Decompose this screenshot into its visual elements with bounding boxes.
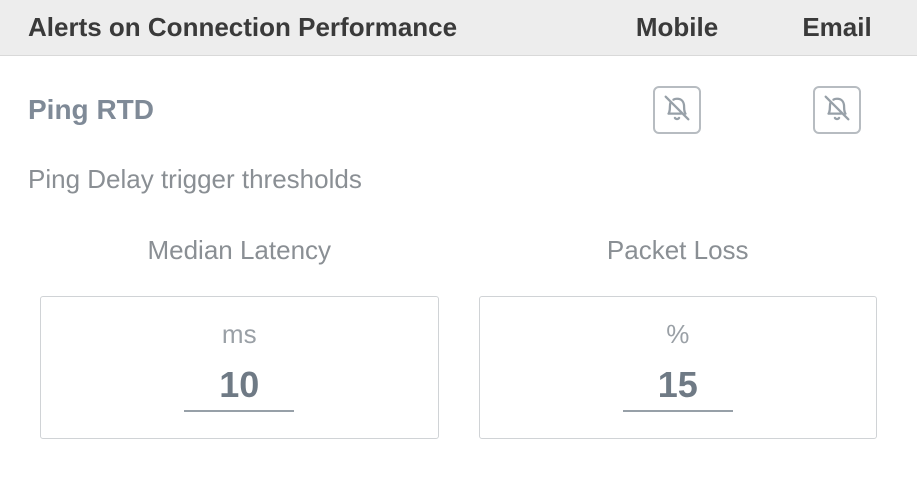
- column-header-mobile: Mobile: [597, 12, 757, 43]
- median-latency-label: Median Latency: [40, 235, 439, 266]
- email-alert-toggle[interactable]: [813, 86, 861, 134]
- median-latency-box: ms: [40, 296, 439, 439]
- packet-loss-label: Packet Loss: [479, 235, 878, 266]
- median-latency-block: Median Latency ms: [40, 235, 439, 439]
- mobile-toggle-cell: [597, 86, 757, 134]
- packet-loss-box: %: [479, 296, 878, 439]
- bell-off-icon: [660, 91, 694, 130]
- thresholds-row: Median Latency ms Packet Loss %: [0, 195, 917, 439]
- packet-loss-input[interactable]: [623, 362, 733, 412]
- packet-loss-unit: %: [480, 319, 877, 350]
- median-latency-input[interactable]: [184, 362, 294, 412]
- median-latency-unit: ms: [41, 319, 438, 350]
- alerts-header-title: Alerts on Connection Performance: [28, 12, 597, 43]
- alerts-header: Alerts on Connection Performance Mobile …: [0, 0, 917, 56]
- bell-off-icon: [820, 91, 854, 130]
- column-header-email: Email: [757, 12, 917, 43]
- ping-rtd-row: Ping RTD: [0, 56, 917, 144]
- email-toggle-cell: [757, 86, 917, 134]
- ping-delay-subtitle: Ping Delay trigger thresholds: [0, 144, 917, 195]
- mobile-alert-toggle[interactable]: [653, 86, 701, 134]
- ping-rtd-title: Ping RTD: [28, 94, 597, 126]
- packet-loss-block: Packet Loss %: [479, 235, 878, 439]
